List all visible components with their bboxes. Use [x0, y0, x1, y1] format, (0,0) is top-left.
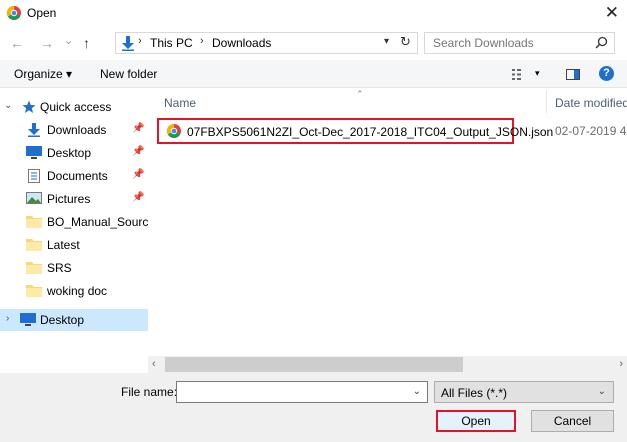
file-name: 07FBXPS5061N2ZI_Oct-Dec_2017-2018_ITC04_… — [187, 125, 554, 139]
search-box[interactable] — [424, 32, 615, 54]
sidebar-item-label: woking doc — [47, 284, 108, 298]
file-list: ⌃ Name Date modified 07FBXPS5061N2ZI_Oct… — [150, 89, 627, 352]
pictures-icon — [26, 192, 42, 204]
breadcrumb-this-pc[interactable]: This PC — [150, 36, 193, 50]
recent-locations-icon[interactable]: ⌄ — [64, 34, 73, 47]
chevron-down-icon[interactable]: ▾ — [384, 36, 389, 47]
sidebar-item-label: BO_Manual_Source — [47, 215, 148, 229]
sidebar-item-label: Desktop — [40, 313, 85, 327]
sidebar-item-woking-doc[interactable]: woking doc — [0, 280, 148, 302]
title-bar: Open ✕ — [0, 0, 627, 27]
chevron-down-icon[interactable]: ▾ — [535, 68, 540, 79]
search-input[interactable] — [425, 33, 590, 53]
navigation-pane: ⌄ Quick access Downloads 📌 Desktop 📌 Doc… — [0, 89, 148, 352]
downloads-icon — [122, 36, 134, 51]
sidebar-item-desktop[interactable]: Desktop 📌 — [0, 142, 148, 164]
breadcrumb-separator: › — [138, 35, 142, 47]
downloads-icon — [28, 123, 40, 137]
column-header-date-modified[interactable]: Date modified — [555, 96, 627, 110]
close-icon[interactable]: ✕ — [605, 3, 619, 23]
command-bar: Organize ▾ New folder ▾ ? — [0, 60, 627, 88]
search-icon[interactable] — [595, 36, 608, 49]
pin-icon: 📌 — [132, 123, 145, 134]
folder-icon — [26, 216, 42, 228]
scroll-left-icon[interactable]: ‹ — [152, 358, 156, 370]
folder-icon — [26, 262, 42, 274]
file-date-modified: 02-07-2019 4: — [555, 124, 627, 138]
horizontal-scrollbar[interactable]: ‹ › — [148, 356, 627, 373]
window-title: Open — [27, 6, 57, 20]
chevron-down-icon[interactable]: ⌄ — [4, 100, 12, 111]
pin-icon: 📌 — [132, 146, 145, 157]
pin-icon: 📌 — [132, 192, 145, 203]
help-icon[interactable]: ? — [599, 66, 614, 81]
breadcrumb-downloads[interactable]: Downloads — [212, 36, 271, 50]
sidebar-item-label: Documents — [47, 169, 108, 183]
sidebar-item-pictures[interactable]: Pictures 📌 — [0, 188, 148, 210]
chevron-right-icon[interactable]: › — [6, 313, 9, 324]
sidebar-item-downloads[interactable]: Downloads 📌 — [0, 119, 148, 141]
breadcrumb-separator: › — [200, 35, 204, 47]
sidebar-item-documents[interactable]: Documents 📌 — [0, 165, 148, 187]
sidebar-item-label: Latest — [47, 238, 80, 252]
chevron-down-icon[interactable]: ⌄ — [413, 386, 421, 397]
file-row[interactable]: 07FBXPS5061N2ZI_Oct-Dec_2017-2018_ITC04_… — [157, 118, 553, 144]
up-arrow-icon[interactable]: ↑ — [83, 35, 90, 51]
desktop-icon — [26, 146, 42, 159]
scrollbar-thumb[interactable] — [165, 357, 463, 372]
sidebar-item-label: Pictures — [47, 192, 91, 206]
sidebar-item-label: Quick access — [40, 100, 112, 114]
scroll-right-icon[interactable]: › — [619, 358, 623, 370]
sort-caret-icon: ⌃ — [356, 89, 364, 99]
sidebar-item-latest[interactable]: Latest — [0, 234, 148, 256]
new-folder-button[interactable]: New folder — [100, 67, 157, 81]
file-type-filter-label: All Files (*.*) — [441, 386, 508, 400]
folder-icon — [26, 239, 42, 251]
navigation-bar: ← → ⌄ ↑ › This PC › Downloads ▾ ↻ — [0, 27, 627, 59]
chevron-down-icon[interactable]: ⌄ — [598, 386, 606, 397]
view-options-icon[interactable] — [512, 69, 528, 80]
star-icon — [22, 100, 36, 113]
back-arrow-icon[interactable]: ← — [10, 35, 24, 51]
chrome-icon — [7, 6, 21, 20]
sidebar-item-label: SRS — [47, 261, 72, 275]
refresh-icon[interactable]: ↻ — [400, 34, 411, 50]
desktop-icon — [20, 313, 36, 326]
dialog-footer: File name: ⌄ All Files (*.*) ⌄ Open Canc… — [0, 373, 627, 442]
organize-button[interactable]: Organize ▾ — [14, 67, 72, 81]
folder-icon — [26, 285, 42, 297]
column-header-name[interactable]: Name — [164, 96, 196, 110]
address-bar[interactable]: › This PC › Downloads ▾ ↻ — [115, 32, 418, 54]
pin-icon: 📌 — [132, 169, 145, 180]
sidebar-item-quick-access[interactable]: ⌄ Quick access — [0, 96, 148, 118]
documents-icon — [28, 169, 40, 183]
cancel-button[interactable]: Cancel — [531, 410, 614, 432]
preview-pane-icon[interactable] — [566, 69, 580, 80]
chrome-icon — [167, 124, 181, 138]
column-divider[interactable] — [546, 91, 547, 113]
sidebar-item-desktop-root[interactable]: › Desktop — [0, 309, 148, 331]
file-name-input[interactable] — [177, 382, 407, 402]
sidebar-item-label: Downloads — [47, 123, 107, 137]
sidebar-item-srs[interactable]: SRS — [0, 257, 148, 279]
file-type-filter[interactable]: All Files (*.*) ⌄ — [434, 381, 614, 403]
sidebar-item-label: Desktop — [47, 146, 92, 160]
file-name-combobox[interactable]: ⌄ — [176, 381, 428, 403]
sidebar-item-bo-manual-source[interactable]: BO_Manual_Source — [0, 211, 148, 233]
file-name-label: File name: — [121, 385, 178, 399]
forward-arrow-icon[interactable]: → — [40, 35, 54, 51]
open-button[interactable]: Open — [436, 410, 516, 432]
